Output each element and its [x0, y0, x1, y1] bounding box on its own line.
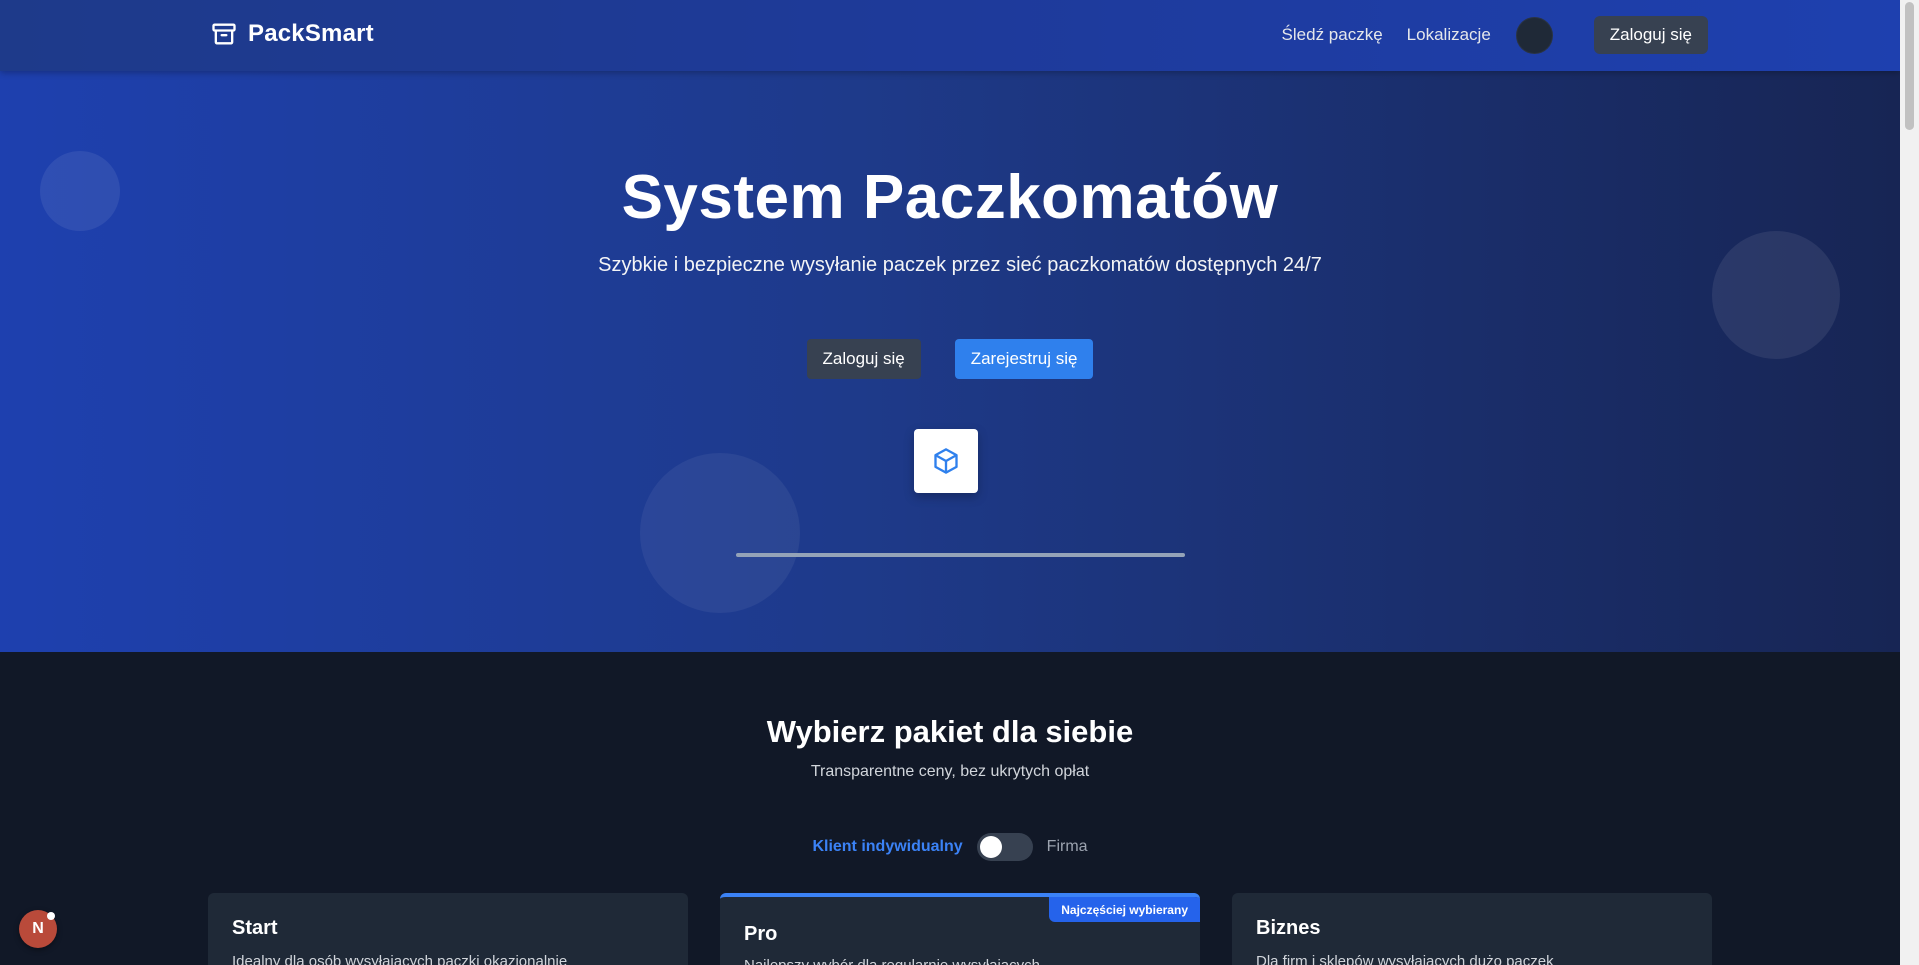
hero-section: System Paczkomatów Szybkie i bezpieczne … [0, 71, 1900, 652]
plan-card-business[interactable]: Biznes Dla firm i sklepów wysyłających d… [1232, 893, 1712, 965]
pricing-section: Wybierz pakiet dla siebie Transparentne … [0, 652, 1900, 965]
dev-tools-badge[interactable]: N [19, 910, 57, 948]
plan-description: Najlepszy wybór dla regularnie wysyłając… [744, 957, 1040, 965]
decorative-circle [640, 453, 800, 613]
hero-register-button[interactable]: Zarejestruj się [954, 339, 1094, 379]
nav-link-locations[interactable]: Lokalizacje [1407, 25, 1491, 45]
toggle-label-business[interactable]: Firma [1047, 838, 1088, 856]
plan-title: Start [232, 917, 278, 939]
nav-link-track-package[interactable]: Śledź paczkę [1282, 25, 1383, 45]
popular-badge: Najczęściej wybierany [1049, 897, 1200, 922]
package-box-icon [212, 23, 236, 45]
pricing-subtitle: Transparentne ceny, bez ukrytych opłat [810, 763, 1090, 780]
hero-subtitle: Szybkie i bezpieczne wysyłanie paczek pr… [598, 254, 1322, 276]
hero-login-button[interactable]: Zaloguj się [806, 339, 921, 379]
plan-description: Idealny dla osób wysyłających paczki oka… [232, 953, 568, 965]
package-tile [914, 429, 978, 493]
dev-badge-label: N [32, 920, 44, 937]
header-login-button[interactable]: Zaloguj się [1593, 16, 1708, 54]
plan-card-pro[interactable]: Najczęściej wybierany Pro Najlepszy wybó… [720, 893, 1200, 965]
page-scrollbar[interactable] [1900, 0, 1919, 965]
plan-card-start[interactable]: Start Idealny dla osób wysyłających pacz… [208, 893, 688, 965]
notification-dot-icon [47, 912, 55, 920]
hero-actions: Zaloguj się Zarejestruj się [0, 339, 1900, 379]
brand-logo[interactable]: PackSmart [210, 20, 374, 48]
theme-toggle-button[interactable] [1515, 16, 1553, 54]
plan-title: Biznes [1256, 917, 1321, 939]
nav-menu: Śledź paczkę Lokalizacje Zaloguj się [1282, 16, 1708, 54]
loading-progress-bar [736, 553, 1185, 557]
plan-description: Dla firm i sklepów wysyłających dużo pac… [1256, 953, 1554, 965]
scrollbar-thumb[interactable] [1905, 2, 1914, 130]
switch-knob [979, 836, 1002, 858]
pricing-title: Wybierz pakiet dla siebie [766, 714, 1134, 749]
customer-type-switch[interactable] [976, 833, 1033, 861]
page: PackSmart Śledź paczkę Lokalizacje Zalog… [0, 0, 1900, 965]
hero-title: System Paczkomatów [621, 163, 1279, 232]
cube-icon [934, 448, 958, 474]
brand-name: PackSmart [248, 20, 374, 47]
top-navbar: PackSmart Śledź paczkę Lokalizacje Zalog… [0, 0, 1900, 71]
toggle-label-individual[interactable]: Klient indywidualny [812, 838, 962, 856]
progress-fill [736, 553, 1185, 557]
plan-title: Pro [744, 923, 778, 945]
customer-type-toggle: Klient indywidualny Firma [0, 833, 1900, 861]
